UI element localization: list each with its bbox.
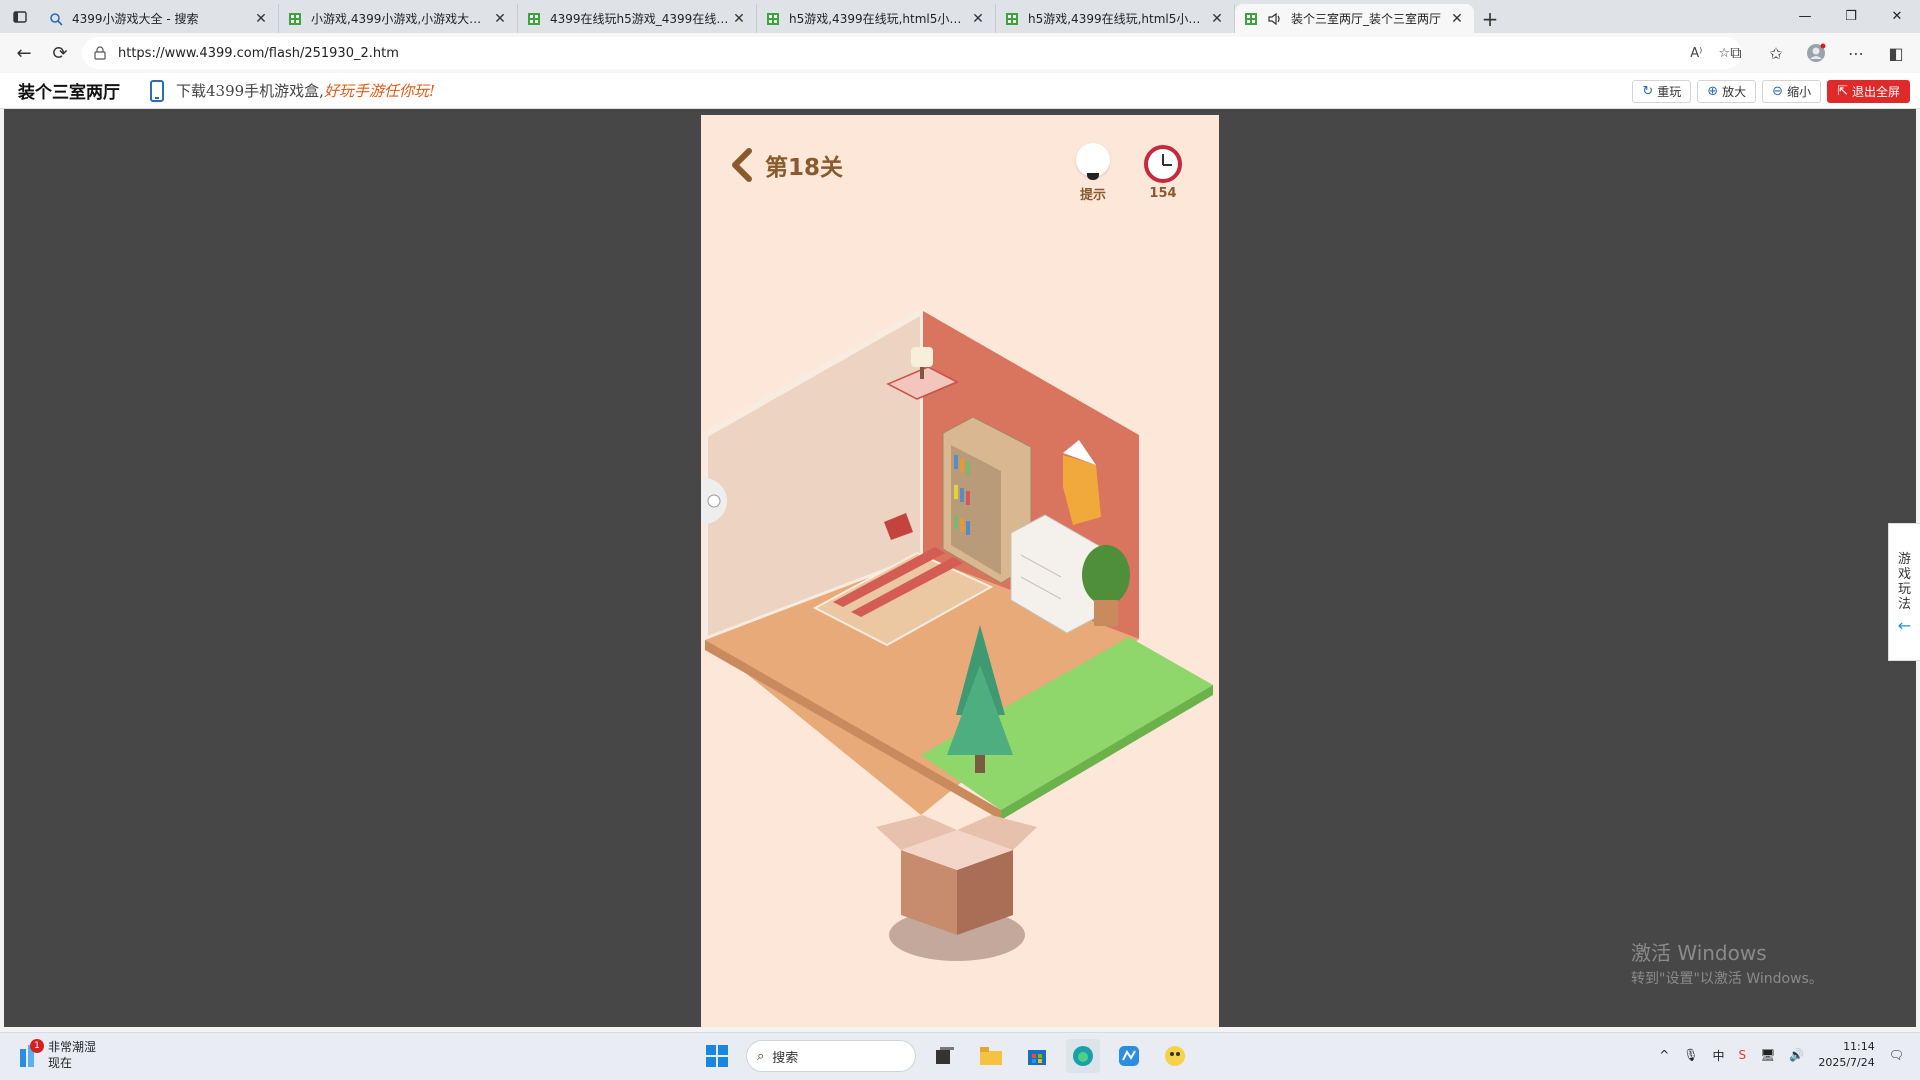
lock-icon[interactable] <box>94 46 110 60</box>
table-lamp <box>911 347 933 367</box>
close-tab-icon[interactable]: ✕ <box>1448 11 1466 27</box>
close-window-icon[interactable]: ✕ <box>1874 0 1920 33</box>
start-windows-icon[interactable] <box>700 1039 734 1073</box>
zoom-in-button[interactable]: ⊕ 放大 <box>1697 80 1757 103</box>
4399-favicon-icon <box>1243 11 1259 27</box>
browser-tab-3[interactable]: 4399在线玩h5游戏_4399在线玩h5 ✕ <box>518 4 757 33</box>
weather-widget[interactable]: 1 非常潮湿 现在 <box>16 1039 96 1071</box>
tab-title: 4399小游戏大全 - 搜索 <box>72 12 199 26</box>
replay-button[interactable]: ↻ 重玩 <box>1632 80 1692 103</box>
minimize-icon[interactable]: — <box>1782 0 1828 33</box>
browser-tab-6-active[interactable]: 装个三室两厅_装个三室两厅 ✕ <box>1235 4 1474 33</box>
refresh-button[interactable]: ⟳ <box>42 37 78 69</box>
search-icon <box>48 11 64 27</box>
sogou-icon[interactable]: S <box>1739 1048 1747 1062</box>
game-title: 装个三室两厅 <box>18 83 120 103</box>
tab-title: 小游戏,4399小游戏,小游戏大全,双 <box>311 12 491 26</box>
promo-highlight: 好玩手游任你玩! <box>323 82 435 100</box>
page-header: 装个三室两厅 下载4399手机游戏盒, 好玩手游任你玩! ↻ 重玩 ⊕ 放大 ⊖ 缩小… <box>0 73 1920 109</box>
extensions-icon[interactable]: ⧉ <box>1718 37 1754 69</box>
system-tray: ^ 🎙 中 S 🖥 🔊 11:14 2025/7/24 🗨 <box>1659 1039 1904 1071</box>
speaker-icon[interactable] <box>1267 11 1283 27</box>
zoom-out-button[interactable]: ⊖ 缩小 <box>1762 80 1822 103</box>
url-text: https://www.4399.com/flash/251930_2.htm <box>118 45 399 61</box>
zoom-in-icon: ⊕ <box>1707 84 1719 99</box>
browser-tab-5[interactable]: h5游戏,4399在线玩,html5小游戏 ✕ <box>996 4 1235 33</box>
exit-fullscreen-button[interactable]: ⇱ 退出全屏 <box>1827 80 1910 103</box>
chevron-up-icon[interactable]: ^ <box>1659 1048 1669 1062</box>
4399-favicon-icon <box>526 11 542 27</box>
4399-favicon-icon <box>287 11 303 27</box>
microphone-icon[interactable]: 🎙 <box>1683 1048 1698 1062</box>
more-menu-icon[interactable]: ⋯ <box>1838 37 1874 69</box>
restore-icon[interactable]: ❐ <box>1828 0 1874 33</box>
store-icon[interactable] <box>1020 1039 1054 1073</box>
close-tab-icon[interactable]: ✕ <box>730 11 748 27</box>
replay-icon: ↻ <box>1642 84 1654 99</box>
room-scene[interactable] <box>701 115 1219 1027</box>
windows-taskbar: 1 非常潮湿 现在 ⌕ 搜索 ^ 🎙 中 S 🖥 🔊 11:14 2025/7/… <box>0 1032 1920 1080</box>
tab-title: h5游戏,4399在线玩,html5小游戏 <box>1028 12 1208 26</box>
close-tab-icon[interactable]: ✕ <box>252 11 270 27</box>
browser-tab-4[interactable]: h5游戏,4399在线玩,html5小游戏 ✕ <box>757 4 996 33</box>
browser-tab-1[interactable]: 4399小游戏大全 - 搜索 ✕ <box>40 4 279 33</box>
task-view-icon[interactable] <box>928 1039 962 1073</box>
tab-title: h5游戏,4399在线玩,html5小游戏 <box>789 12 969 26</box>
phone-icon <box>150 79 164 102</box>
profile-avatar-icon[interactable] <box>1798 37 1834 69</box>
app-yellow-icon[interactable] <box>1158 1039 1192 1073</box>
books <box>954 455 970 535</box>
notification-icon[interactable]: 🗨 <box>1889 1048 1904 1062</box>
favorites-icon[interactable]: ✩ <box>1758 37 1794 69</box>
close-tab-icon[interactable]: ✕ <box>491 11 509 27</box>
4399-favicon-icon <box>765 11 781 27</box>
address-bar[interactable]: https://www.4399.com/flash/251930_2.htm … <box>82 37 1742 69</box>
browser-tab-2[interactable]: 小游戏,4399小游戏,小游戏大全,双 ✕ <box>279 4 518 33</box>
promo-banner[interactable]: 下载4399手机游戏盒, 好玩手游任你玩! <box>150 79 435 102</box>
app-blue-icon[interactable] <box>1112 1039 1146 1073</box>
ime-icon[interactable]: 中 <box>1713 1047 1725 1064</box>
network-icon[interactable]: 🖥 <box>1760 1048 1775 1062</box>
file-explorer-icon[interactable] <box>974 1039 1008 1073</box>
potted-plant <box>1082 545 1130 605</box>
system-clock[interactable]: 11:14 2025/7/24 <box>1818 1039 1874 1071</box>
exit-icon: ⇱ <box>1837 84 1848 99</box>
back-button[interactable]: ← <box>6 37 42 69</box>
sidebar-toggle-icon[interactable]: ◧ <box>1878 37 1914 69</box>
4399-favicon-icon <box>1004 11 1020 27</box>
game-canvas[interactable]: 第18关 提示 154 <box>701 115 1219 1027</box>
read-aloud-icon[interactable]: A⁾ <box>1690 46 1702 61</box>
new-tab-button[interactable]: + <box>1474 4 1506 33</box>
zoom-out-icon: ⊖ <box>1772 84 1784 99</box>
close-tab-icon[interactable]: ✕ <box>969 11 987 27</box>
tab-actions-icon[interactable] <box>0 0 40 33</box>
tab-title: 装个三室两厅_装个三室两厅 <box>1291 12 1442 26</box>
promo-text: 下载4399手机游戏盒, <box>176 82 324 100</box>
edge-browser-icon[interactable] <box>1066 1039 1100 1073</box>
activation-watermark: 激活 Windows 转到"设置"以激活 Windows。 <box>1631 941 1823 987</box>
how-to-play-tab[interactable]: 游 戏 玩 法 ← <box>1888 523 1920 661</box>
arrow-left-icon: ← <box>1897 616 1912 635</box>
browser-toolbar: ← ⟳ https://www.4399.com/flash/251930_2.… <box>0 33 1920 73</box>
glove-icon <box>707 494 721 508</box>
taskbar-search[interactable]: ⌕ 搜索 <box>746 1040 916 1072</box>
search-icon: ⌕ <box>757 1048 765 1064</box>
close-tab-icon[interactable]: ✕ <box>1208 11 1226 27</box>
browser-tab-strip: 4399小游戏大全 - 搜索 ✕ 小游戏,4399小游戏,小游戏大全,双 ✕ 4… <box>0 0 1920 33</box>
humidity-icon: 1 <box>16 1039 44 1069</box>
volume-icon[interactable]: 🔊 <box>1789 1048 1804 1062</box>
tab-title: 4399在线玩h5游戏_4399在线玩h5 <box>550 12 730 26</box>
